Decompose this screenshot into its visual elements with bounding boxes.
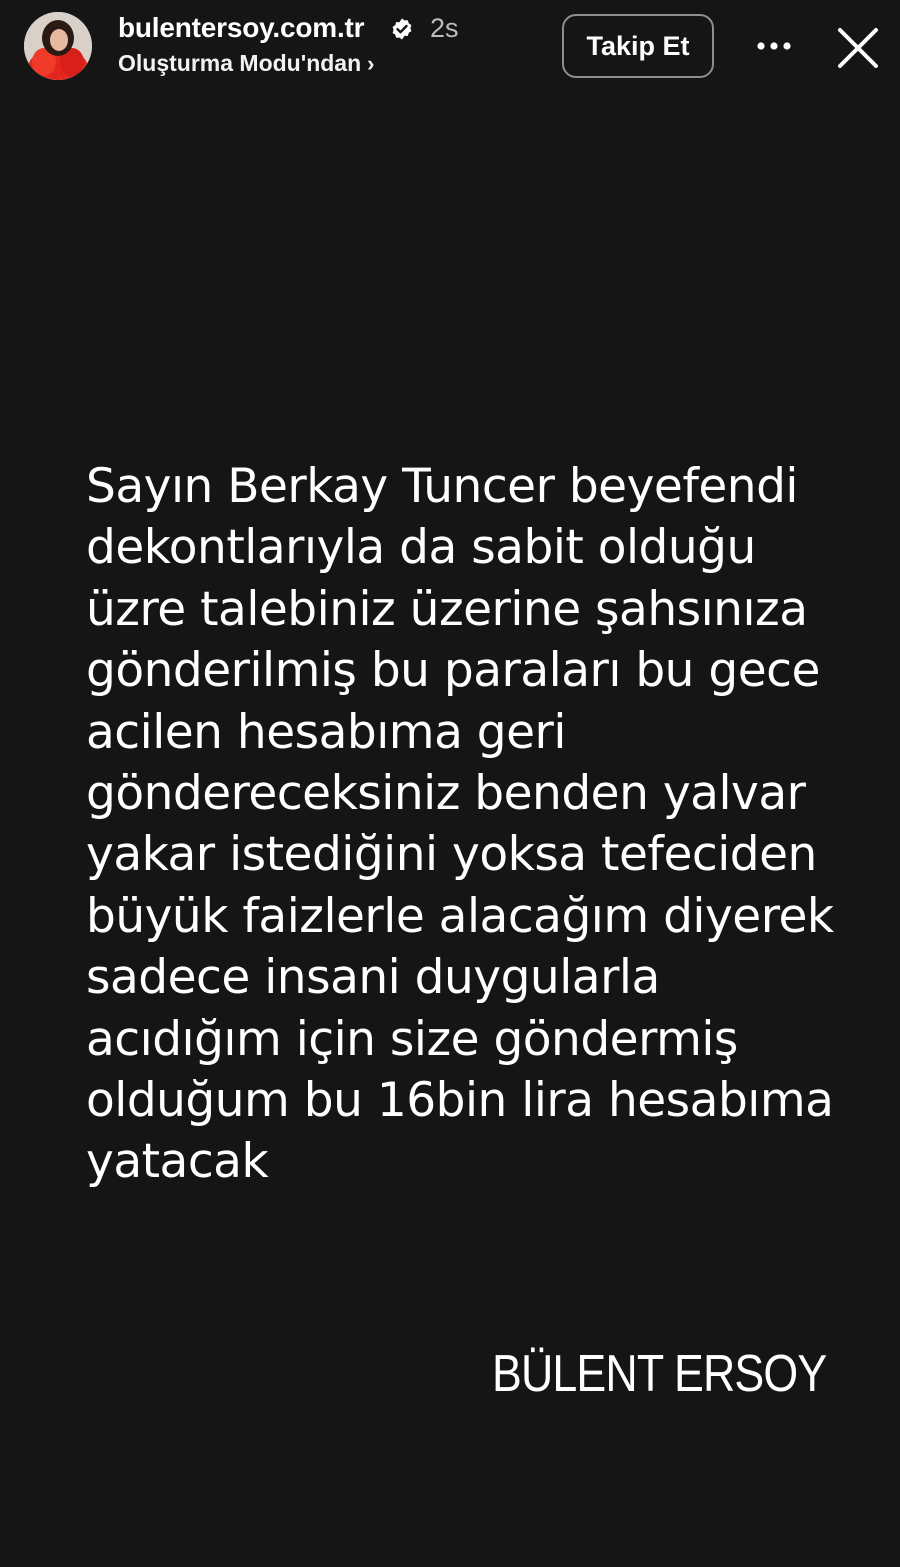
close-button[interactable] — [833, 23, 883, 73]
story-signature: BÜLENT ERSOY — [492, 1345, 827, 1403]
close-icon — [838, 28, 878, 68]
timestamp: 2s — [430, 13, 459, 43]
story-message: Sayın Berkay Tuncer beyefendi dekontları… — [86, 459, 834, 1190]
creation-mode-label: Oluşturma Modu'ndan — [118, 50, 362, 76]
avatar-image — [24, 12, 92, 80]
more-options-icon — [757, 42, 791, 50]
username[interactable]: bulentersoy.com.tr — [118, 12, 365, 44]
verified-badge-icon — [392, 18, 412, 40]
follow-button[interactable]: Takip Et — [562, 14, 714, 78]
story-header: bulentersoy.com.tr 2s Oluşturma Modu'nda… — [0, 0, 900, 96]
more-options-button[interactable] — [752, 26, 796, 66]
profile-avatar[interactable] — [24, 12, 92, 80]
chevron-right-icon: › — [367, 51, 375, 76]
creation-mode-link[interactable]: Oluşturma Modu'ndan › — [118, 50, 374, 77]
